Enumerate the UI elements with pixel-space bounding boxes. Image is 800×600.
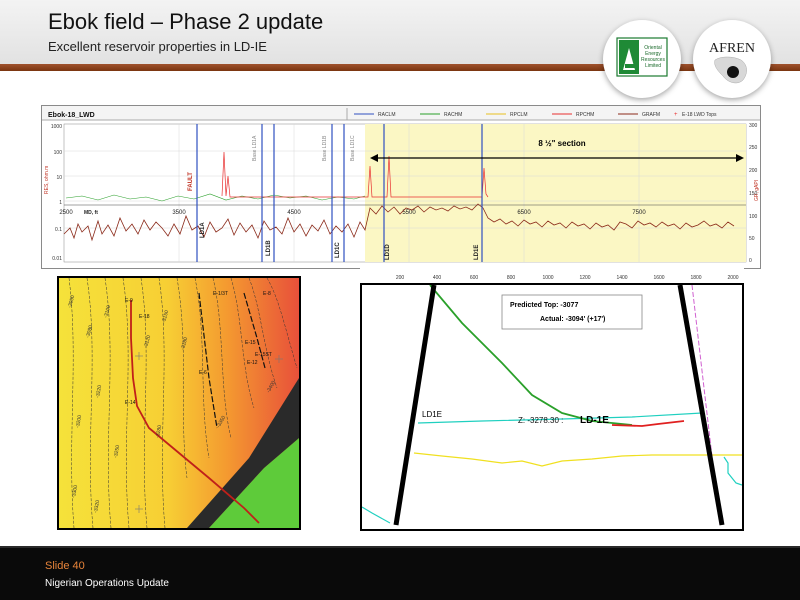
md-label: MD, ft [84, 210, 98, 216]
md-tick-6500: 6500 [517, 210, 531, 216]
footer-text: Nigerian Operations Update [45, 578, 169, 589]
cyan-horizon-right [723, 456, 742, 486]
x-tick-1400: 1400 [616, 275, 627, 281]
oriental-energy-logo: Oriental Energy Resources Limited [603, 20, 681, 98]
right-tick-100: 100 [749, 214, 758, 220]
legend-graf: GRAFM [642, 112, 660, 118]
x-tick-1600: 1600 [653, 275, 664, 281]
legend-tops: E-18 LWD Tops [682, 112, 717, 118]
x-tick-1000: 1000 [542, 275, 553, 281]
ld1e-bold-label: LD-1E [580, 415, 609, 426]
x-tick-400: 400 [433, 275, 442, 281]
left-tick-1: 1 [59, 200, 62, 206]
section-x-axis: 200 400 600 800 1000 1200 1400 1600 1800… [360, 268, 744, 282]
slide-number: Slide 40 [45, 560, 85, 572]
left-axis-label: RES, ohm.m [44, 166, 50, 194]
legend-rpch: RPCHM [576, 112, 594, 118]
slide-subtitle: Excellent reservoir properties in LD-IE [48, 39, 267, 54]
right-tick-50: 50 [749, 236, 755, 242]
marker-ld1e: LD1E [474, 245, 480, 260]
ld1e-left-label: LD1E [422, 410, 442, 419]
md-tick-4500: 4500 [287, 210, 301, 216]
cross-section-panel: LD1E Z: -3278.30 : LD-1E Predicted Top: … [360, 283, 744, 531]
afren-logo: AFREN [693, 20, 771, 98]
marker-ld1c: LD1C [335, 242, 341, 258]
legend-racl: RACLM [378, 112, 396, 118]
legend-rpcl: RPCLM [510, 112, 528, 118]
left-tick-1000: 1000 [51, 124, 62, 130]
x-tick-200: 200 [396, 275, 405, 281]
log-well-name: Ebok-18_LWD [48, 112, 95, 119]
marker-fault: FAULT [188, 172, 194, 191]
well-label-e14: E-14 [125, 400, 136, 406]
marker-ld1b: LD1B [266, 240, 272, 256]
prediction-box [501, 294, 643, 330]
base-ld1b: Base LD1B [322, 135, 328, 161]
fault-right [677, 285, 725, 526]
x-tick-1200: 1200 [579, 275, 590, 281]
svg-text:+: + [674, 112, 678, 118]
right-tick-250: 250 [749, 145, 758, 151]
x-tick-800: 800 [507, 275, 516, 281]
well-label-e13t: E-1/3T [213, 291, 228, 297]
well-label-e18: E-18 [139, 314, 150, 320]
predicted-top-text: Predicted Top: -3077 [510, 302, 578, 309]
marker-ld1a: LD1A [200, 222, 206, 238]
section-label: 8 ½" section [538, 139, 585, 148]
well-label-e15st: E-15ST [255, 352, 272, 358]
well-label-e8: E-8 [263, 291, 271, 297]
right-tick-0: 0 [749, 258, 752, 264]
well-label-e9: E-9 [125, 298, 133, 304]
md-tick-5500: 5500 [402, 210, 416, 216]
md-tick-2500: 2500 [59, 210, 73, 216]
base-ld1a: Base LD1A [252, 135, 258, 161]
left-tick-0.01: 0.01 [52, 256, 62, 262]
legend-rach: RACHM [444, 112, 462, 118]
left-tick-100: 100 [54, 150, 63, 156]
left-tick-10: 10 [56, 175, 62, 181]
left-tick-0.1: 0.1 [55, 227, 62, 233]
well-label-e15: E-15 [245, 340, 256, 346]
well-label-e12: E-12 [247, 360, 258, 366]
right-axis-label: GR, gAPI [754, 180, 760, 201]
z-label: Z: -3278.30 : [518, 416, 563, 425]
right-tick-300: 300 [749, 123, 758, 129]
x-tick-600: 600 [470, 275, 479, 281]
md-tick-7500: 7500 [632, 210, 646, 216]
slide-title: Ebok field – Phase 2 update [48, 9, 324, 34]
x-tick-1800: 1800 [690, 275, 701, 281]
right-tick-200: 200 [749, 168, 758, 174]
yellow-horizon [413, 452, 742, 467]
oriental-logo-line4: Limited [645, 63, 661, 69]
lwd-log-panel: Ebok-18_LWD RACLM RACHM RPCLM RPCHM GRAF… [41, 105, 761, 269]
structure-map-panel: E-9 E-1/3T E-8 E-18 E-15 E-15ST E-6 E-12… [57, 276, 301, 530]
well-label-e6: E-6 [199, 370, 207, 376]
afren-logo-text: AFREN [709, 41, 755, 56]
marker-ld1d: LD1D [385, 244, 391, 260]
actual-text: Actual: -3094' (+17') [540, 316, 605, 323]
fault-left [393, 285, 437, 526]
x-tick-2000: 2000 [727, 275, 738, 281]
slide-footer [0, 548, 800, 600]
md-tick-3500: 3500 [172, 210, 186, 216]
base-ld1c: Base LD1C [350, 135, 356, 161]
cyan-horizon-left [362, 506, 391, 524]
